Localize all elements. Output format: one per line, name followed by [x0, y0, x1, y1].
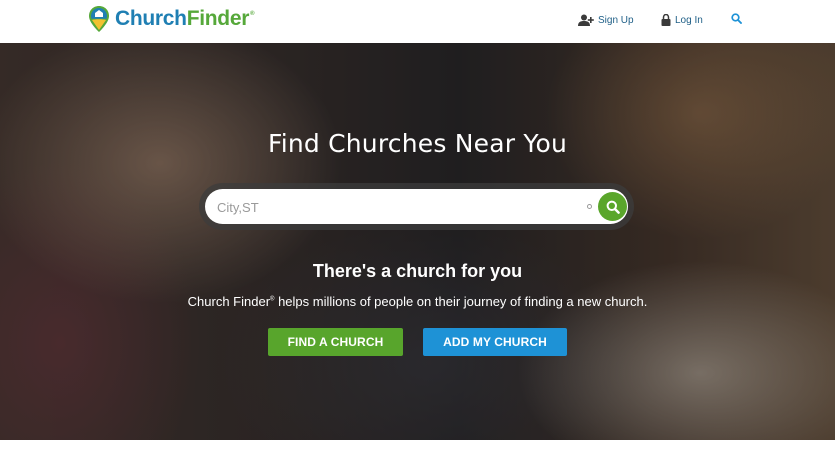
lock-icon — [661, 14, 671, 26]
site-header: ChurchFinder® Sign Up Log In — [0, 0, 835, 43]
log-in-label: Log In — [675, 14, 703, 26]
location-search-input[interactable] — [215, 189, 579, 226]
brand-name: ChurchFinder® — [115, 7, 255, 31]
description-brand: Church Finder — [187, 294, 271, 309]
brand-name-part2: Finder — [186, 7, 250, 30]
description-text: helps millions of people on their journe… — [274, 294, 648, 309]
add-user-icon — [578, 14, 594, 26]
page-below-hero — [0, 440, 835, 469]
brand-name-part1: Church — [115, 7, 187, 30]
brand-logo[interactable]: ChurchFinder® — [88, 4, 255, 34]
hero-background-photo — [0, 43, 835, 440]
hero-description: Church Finder® helps millions of people … — [0, 294, 835, 309]
search-submit-button[interactable] — [598, 192, 627, 221]
search-icon — [606, 200, 620, 214]
nav-search-button[interactable] — [731, 13, 742, 24]
add-my-church-button[interactable]: ADD MY CHURCH — [423, 328, 567, 356]
sign-up-label: Sign Up — [598, 14, 634, 26]
search-bar — [199, 183, 634, 230]
search-box — [205, 189, 628, 226]
hero-banner: Find Churches Near You There's a church … — [0, 43, 835, 440]
search-icon — [731, 13, 742, 24]
hero-title: Find Churches Near You — [267, 129, 568, 158]
nav-log-in[interactable]: Log In — [661, 14, 703, 26]
location-detect-icon[interactable] — [587, 204, 592, 209]
hero-tagline: There's a church for you — [312, 261, 523, 281]
nav-sign-up[interactable]: Sign Up — [578, 14, 634, 26]
find-a-church-button[interactable]: FIND A CHURCH — [268, 328, 403, 356]
brand-registered-mark: ® — [250, 11, 255, 17]
map-pin-logo-icon — [89, 6, 109, 32]
